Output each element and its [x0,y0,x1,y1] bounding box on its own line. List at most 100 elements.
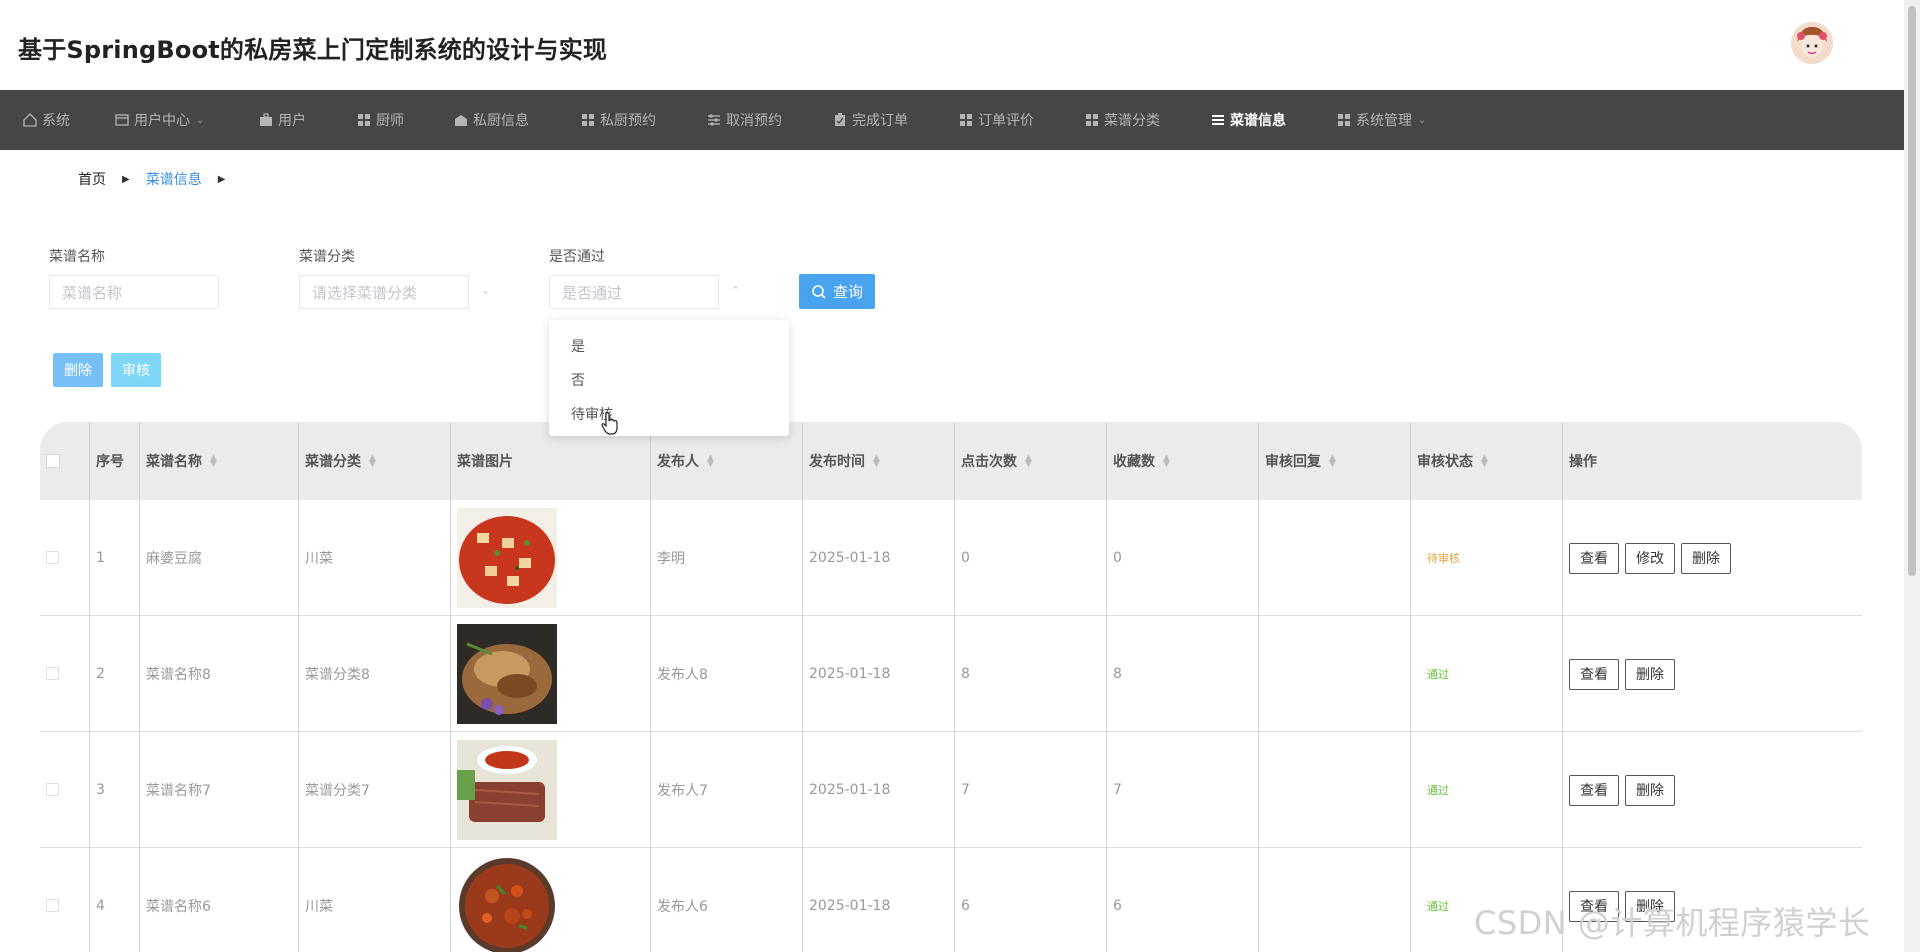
nav-item-recipe-info[interactable]: 菜谱信息 [1210,90,1286,150]
th-clicks[interactable]: 点击次数 ▲ ▼ [954,422,1106,500]
shop-icon [455,115,467,126]
cell-name: 菜谱名称6 [139,848,298,952]
watermark: CSDN @计算机程序猿学长 [1474,904,1871,942]
list-icon [1212,115,1224,125]
approved-placeholder: 是否通过 [562,283,623,302]
delete-button[interactable]: 删除 [1625,658,1675,690]
nav-item-recipe-category[interactable]: 菜谱分类 [1084,90,1160,150]
th-reply[interactable]: 审核回复 ▲ ▼ [1258,422,1410,500]
batch-delete-button[interactable]: 删除 [53,353,103,387]
th-label: 审核回复 [1265,454,1321,470]
row-checkbox[interactable] [46,899,59,912]
th-name[interactable]: 菜谱名称 ▲ ▼ [139,422,298,500]
status-badge: 通过 [1427,784,1449,797]
nav-item-system-management[interactable]: 系统管理 ⌄ [1336,90,1426,150]
th-favs[interactable]: 收藏数 ▲ ▼ [1106,422,1258,500]
nav-item-private-chef-booking[interactable]: 私厨预约 [580,90,656,150]
edit-button[interactable]: 修改 [1625,542,1675,574]
th-label: 操作 [1569,454,1597,470]
cell-favs: 6 [1106,848,1258,952]
recipe-category-placeholder: 请选择菜谱分类 [312,283,418,302]
th-label: 收藏数 [1113,454,1155,470]
th-label: 菜谱图片 [457,454,513,470]
cell-date: 2025-01-18 [802,732,954,848]
breadcrumb-home[interactable]: 首页 [78,169,106,189]
avatar[interactable] [1791,22,1833,64]
cell-reply [1258,848,1410,952]
nav-label: 菜谱信息 [1230,113,1286,129]
nav-item-cancel-booking[interactable]: 取消预约 [706,90,782,150]
approved-select[interactable]: 是否通过 ⌃ [549,275,740,309]
top-nav: 系统 用户中心 ⌄ 用户 厨师 私厨信息 私厨预约 取消预约 完成订单 订单评价… [0,90,1904,150]
nav-label: 系统管理 [1356,113,1412,129]
nav-item-user[interactable]: 用户 [258,90,306,150]
delete-button[interactable]: 删除 [1625,774,1675,806]
cell-name: 菜谱名称8 [139,616,298,732]
cell-no: 2 [89,616,139,732]
cell-name: 菜谱名称7 [139,732,298,848]
chevron-down-icon: ⌄ [196,114,205,126]
cell-status: 通过 [1410,732,1562,848]
table-row: 1 麻婆豆腐 川菜 李明 2025-01-18 0 0 待审核 查看 修改 删除 [40,500,1862,616]
recipe-thumbnail[interactable] [457,624,557,724]
recipe-thumbnail[interactable] [457,740,557,840]
cell-no: 1 [89,500,139,616]
th-date[interactable]: 发布时间 ▲ ▼ [802,422,954,500]
nav-item-chef[interactable]: 厨师 [356,90,404,150]
th-ops: 操作 [1562,422,1862,500]
nav-item-completed-orders[interactable]: 完成订单 [832,90,908,150]
cell-favs: 7 [1106,732,1258,848]
view-button[interactable]: 查看 [1569,658,1619,690]
breadcrumb: 首页 ▶ 菜谱信息 ▶ [78,169,241,189]
nav-item-private-chef-info[interactable]: 私厨信息 [453,90,529,150]
grid-icon [582,114,594,126]
th-category[interactable]: 菜谱分类 ▲ ▼ [298,422,450,500]
delete-button[interactable]: 删除 [1681,542,1731,574]
th-status[interactable]: 审核状态 ▲ ▼ [1410,422,1562,500]
recipe-table: 序号 菜谱名称 ▲ ▼ 菜谱分类 ▲ ▼ 菜谱图片 发布人 ▲ ▼ 发布时间 ▲ ▼ 点击次数 ▲… [40,422,1862,952]
nav-item-user-center[interactable]: 用户中心 ⌄ [114,90,204,150]
home-icon [23,113,37,127]
table-row: 3 菜谱名称7 菜谱分类7 发布人7 2025-01-18 7 7 通过 查看 … [40,732,1862,848]
th-label: 点击次数 [961,454,1017,470]
cell-favs: 8 [1106,616,1258,732]
sort-icon: ▲ ▼ [369,453,376,469]
breadcrumb-separator: ▶ [122,173,130,185]
grid-icon [960,114,972,126]
dropdown-option-no[interactable]: 否 [571,370,585,390]
nav-item-system[interactable]: 系统 [22,90,70,150]
view-button[interactable]: 查看 [1569,542,1619,574]
row-checkbox[interactable] [46,667,59,680]
cell-image [450,500,650,616]
nav-label: 私厨预约 [600,113,656,129]
audit-button[interactable]: 审核 [111,353,161,387]
row-checkbox[interactable] [46,783,59,796]
dropdown-option-yes[interactable]: 是 [571,336,585,356]
row-checkbox[interactable] [46,551,59,564]
cell-no: 3 [89,732,139,848]
scrollbar-thumb[interactable] [1908,6,1916,576]
select-all-checkbox[interactable] [46,454,60,468]
breadcrumb-separator: ▶ [217,173,226,185]
cell-image [450,848,650,952]
view-button[interactable]: 查看 [1569,774,1619,806]
cell-category: 川菜 [298,848,450,952]
recipe-name-input[interactable]: 菜谱名称 [49,275,219,309]
cell-date: 2025-01-18 [802,616,954,732]
cell-ops: 查看 删除 [1562,732,1862,848]
sort-icon: ▲ ▼ [1163,453,1170,469]
nav-label: 用户 [278,113,306,129]
recipe-thumbnail[interactable] [457,856,557,952]
cell-no: 4 [89,848,139,952]
page-scrollbar[interactable] [1904,0,1920,952]
breadcrumb-current[interactable]: 菜谱信息 [146,169,202,189]
sort-icon: ▲ ▼ [1025,453,1032,469]
sort-icon: ▲ ▼ [873,453,880,469]
cell-clicks: 8 [954,616,1106,732]
search-icon [812,284,826,299]
recipe-category-select[interactable]: 请选择菜谱分类 ⌄ [299,275,490,309]
recipe-thumbnail[interactable] [457,508,557,608]
query-button[interactable]: 查询 [799,274,875,309]
sort-icon: ▲ ▼ [707,453,714,469]
nav-item-order-review[interactable]: 订单评价 [958,90,1034,150]
